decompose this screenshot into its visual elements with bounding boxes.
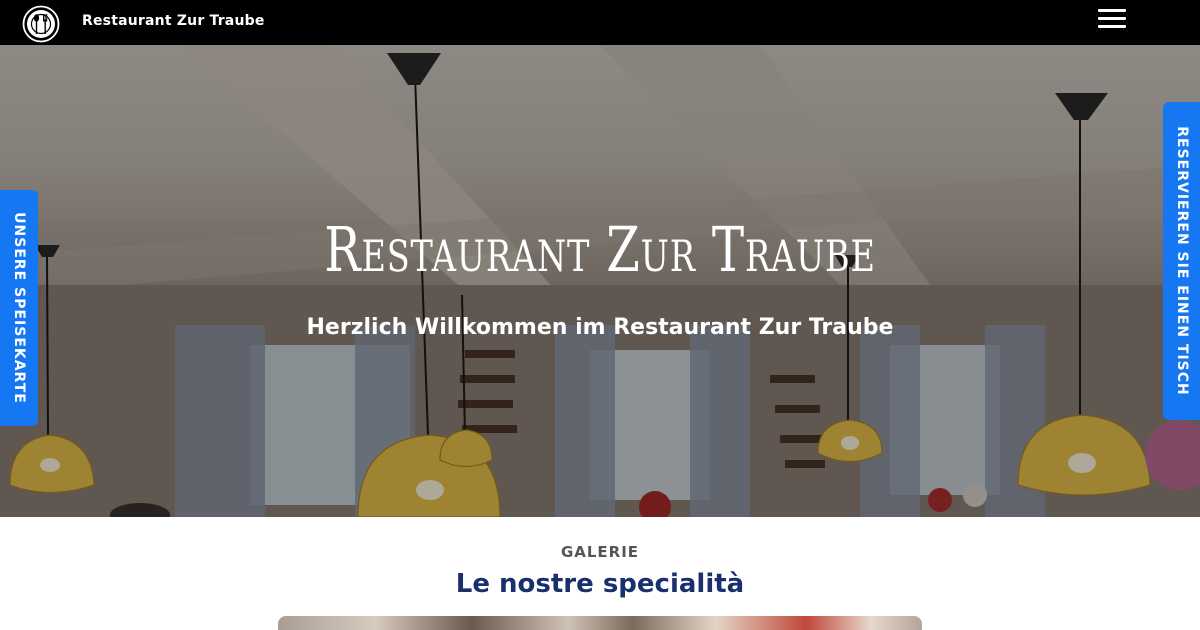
- gallery-label: GALERIE: [560, 543, 640, 561]
- hero-title: Restaurant Zur Traube: [324, 213, 876, 286]
- cutlery-icon[interactable]: [22, 5, 60, 43]
- hero-subtitle: Herzlich Willkommen im Restaurant Zur Tr…: [306, 315, 894, 340]
- gallery-title: Le nostre specialità: [455, 569, 745, 599]
- brand-name[interactable]: Restaurant Zur Traube: [82, 13, 265, 29]
- reservation-tab-button[interactable]: RESERVIEREN SIE EINEN TISCH: [1163, 102, 1200, 420]
- hero-section: Restaurant Zur Traube Herzlich Willkomme…: [0, 45, 1200, 517]
- menu-tab-label: UNSERE SPEISEKARTE: [11, 212, 27, 404]
- menu-tab-button[interactable]: UNSERE SPEISEKARTE: [0, 190, 38, 426]
- reservation-tab-label: RESERVIEREN SIE EINEN TISCH: [1173, 126, 1190, 396]
- hamburger-menu-icon[interactable]: [1096, 6, 1128, 32]
- gallery-image[interactable]: [278, 616, 922, 630]
- top-navbar: Restaurant Zur Traube: [0, 0, 1200, 45]
